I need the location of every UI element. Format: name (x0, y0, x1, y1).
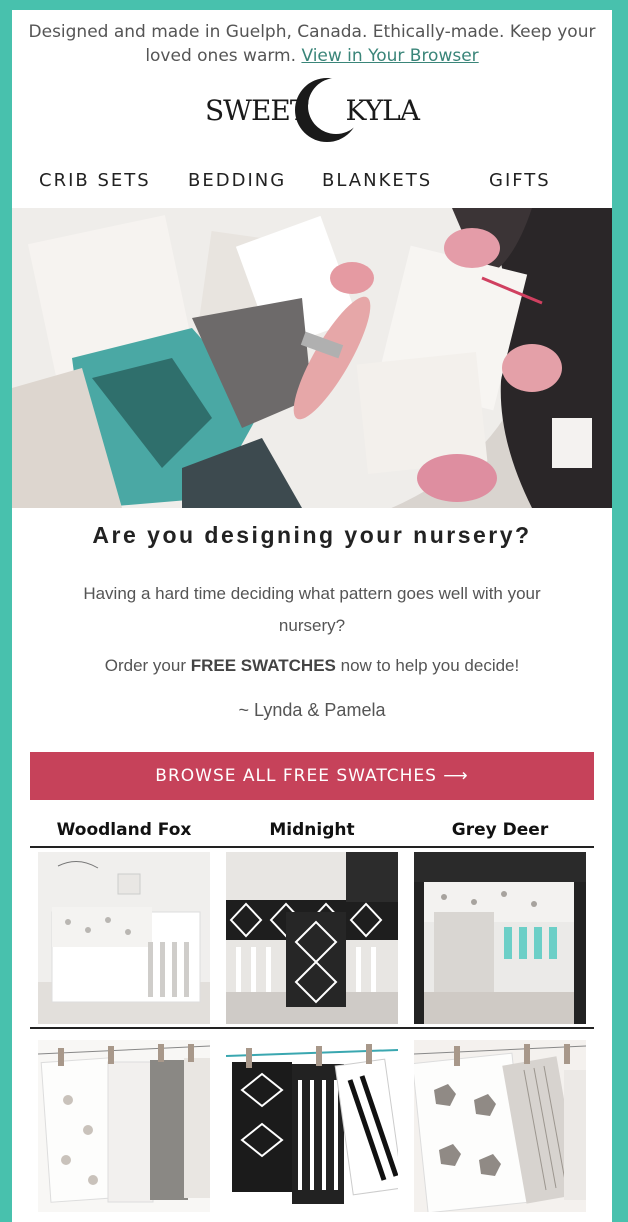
main-nav: CRIB SETS BEDDING BLANKETS GIFTS (12, 168, 612, 196)
signature: ~ Lynda & Pamela (238, 700, 386, 720)
nav-item-blankets[interactable]: BLANKETS (322, 170, 432, 191)
brand-logo[interactable]: SWEET KYLA (12, 70, 612, 150)
swatch-image-woodland-fox (38, 1040, 210, 1212)
email-body: Designed and made in Guelph, Canada. Eth… (12, 10, 612, 1222)
swatch-photo-woodland-fox[interactable] (38, 1040, 210, 1212)
swatch-image-midnight (226, 1040, 398, 1212)
crib-photo-midnight[interactable] (226, 852, 398, 1024)
swatch-photo-midnight[interactable] (226, 1040, 398, 1212)
hero-image[interactable] (12, 208, 612, 508)
swatch-image-grey-deer (414, 1040, 586, 1212)
swatch-photo-grey-deer[interactable] (414, 1040, 586, 1212)
product-label-grey-deer[interactable]: Grey Deer (406, 820, 594, 840)
headline: Are you designing your nursery? (92, 522, 532, 548)
crib-photo-woodland-fox[interactable] (38, 852, 210, 1024)
crib-image-grey-deer (414, 852, 586, 1024)
intro-text: Having a hard time deciding what pattern… (83, 584, 541, 635)
logo-text-left: SWEET (205, 93, 309, 127)
product-labels: Woodland Fox Midnight Grey Deer (30, 818, 594, 848)
preheader: Designed and made in Guelph, Canada. Eth… (12, 10, 612, 66)
crib-photo-grey-deer[interactable] (414, 852, 586, 1024)
nav-item-crib-sets[interactable]: CRIB SETS (39, 170, 151, 191)
row-divider (30, 1027, 594, 1029)
free-swatches-emphasis: FREE SWATCHES (190, 656, 336, 675)
nav-item-gifts[interactable]: GIFTS (489, 170, 551, 191)
crib-image-woodland-fox (38, 852, 210, 1024)
product-label-woodland-fox[interactable]: Woodland Fox (30, 820, 218, 840)
order-text: Order your FREE SWATCHES now to help you… (52, 650, 572, 682)
view-in-browser-link[interactable]: View in Your Browser (301, 46, 478, 66)
crib-image-midnight (226, 852, 398, 1024)
nav-item-bedding[interactable]: BEDDING (188, 170, 286, 191)
order-text-post: now to help you decide! (340, 656, 520, 675)
order-text-pre: Order your (104, 656, 186, 675)
logo-text-right: KYLA (345, 93, 420, 127)
browse-swatches-button[interactable]: BROWSE ALL FREE SWATCHES ⟶ (30, 752, 594, 800)
hero-illustration (12, 208, 612, 508)
product-label-midnight[interactable]: Midnight (218, 820, 406, 840)
